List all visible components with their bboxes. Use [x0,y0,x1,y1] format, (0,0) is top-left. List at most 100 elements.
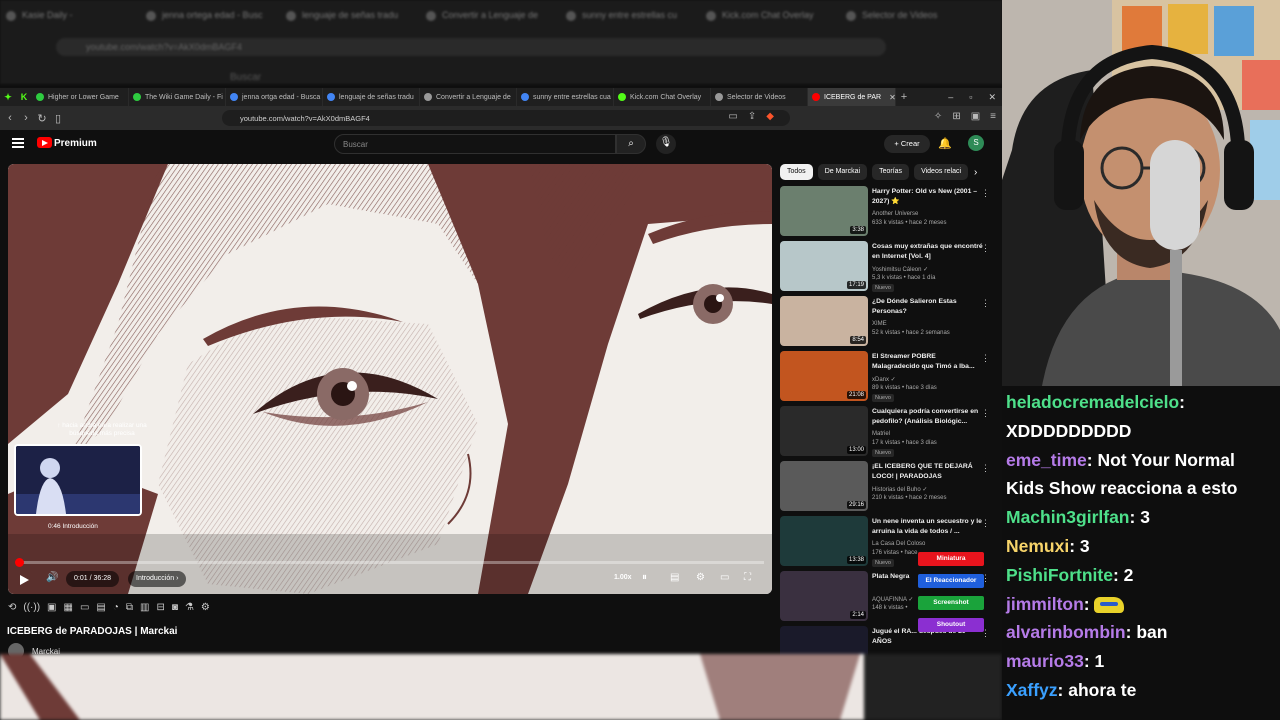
flask-icon[interactable]: ⚗ [185,602,194,613]
volume-icon[interactable]: 🔊 [46,572,58,583]
audio-icon[interactable]: ((·)) [23,602,40,613]
hamburger-menu-icon[interactable] [12,138,24,148]
share-icon[interactable]: ⇪ [748,111,756,122]
fullscreen-icon[interactable]: ⛶ [744,572,751,583]
chat-username[interactable]: Nemuxi [1006,536,1069,556]
browser-tab[interactable]: lenguaje de señas tradu [323,88,420,106]
recommended-video[interactable]: 13:00 Cualquiera podría convertirse en pe… [780,406,994,461]
recommended-video[interactable]: 21:08 El Streamer POBRE Malagradecido que… [780,351,994,406]
gear-icon[interactable]: ⚙ [201,602,210,613]
url-field[interactable]: youtube.com/watch?v=AkX0dmBAGF4 [222,110,790,126]
video-thumbnail[interactable]: 8:54 [780,296,868,346]
channel-name[interactable]: Another Universe [872,211,918,217]
settings-gear-icon[interactable]: ⚙ [696,572,705,583]
minimize-icon[interactable]: – [948,92,953,102]
channel-name[interactable]: Historias del Buho ✓ [872,486,927,493]
video-thumbnail[interactable]: 17:19 [780,241,868,291]
search-icon[interactable]: ⌕ [616,134,646,154]
extensions-icon[interactable]: ✧ [934,111,942,122]
video-thumbnail[interactable]: 13:00 [780,406,868,456]
kick-icon[interactable]: K [16,92,32,102]
sidebar-icon[interactable]: ▯ [50,112,66,125]
grid-icon[interactable]: ⊟ [157,602,165,613]
account-avatar[interactable]: S [968,135,984,151]
theater-icon[interactable]: ▭ [80,602,89,613]
pause-toggle-icon[interactable]: ⏸ [642,572,647,583]
overlay-button[interactable]: El Reaccionador [918,574,984,588]
more-options-icon[interactable]: ⋮ [981,298,990,309]
menu-icon[interactable]: ≡ [990,111,996,122]
more-options-icon[interactable]: ⋮ [981,243,990,254]
channel-name[interactable]: La Casa Del Coloso [872,541,925,547]
recommended-video[interactable]: 29:16 ¡EL ICEBERG QUE TE DEJARÁ LOCO! | P… [780,461,994,516]
notifications-bell-icon[interactable]: 🔔 [938,137,952,150]
browser-tab[interactable]: Higher or Lower Game [32,88,129,106]
recommended-video[interactable]: 17:19 Cosas muy extrañas que encontré en … [780,241,994,296]
back-icon[interactable]: ‹ [2,112,18,124]
playback-speed[interactable]: 1.00x [614,574,632,581]
cast-icon[interactable]: ▭ [728,111,737,122]
chat-username[interactable]: jimmilton [1006,594,1084,614]
video-player[interactable]: ↑ hacia arriba para realizar una búsqued… [8,164,772,594]
video-title[interactable]: Harry Potter: Old vs New (2001 – 2027) ⭐ [872,187,984,207]
chat-username[interactable]: heladocremadelcielo [1006,392,1179,412]
more-options-icon[interactable]: ⋮ [981,408,990,419]
video-title[interactable]: Cosas muy extrañas que encontré en Inter… [872,242,984,262]
kick-extension-icon[interactable]: ✦ [0,92,16,103]
channel-name[interactable]: Matriel [872,431,890,437]
new-tab-icon[interactable]: + [896,91,912,103]
channel-name[interactable]: XIME [872,321,887,327]
overlay-button[interactable]: Screenshot [918,596,984,610]
channel-name[interactable]: Yoshimitsu Cáleon ✓ [872,266,928,273]
brave-shield-icon[interactable]: ◆ [766,111,774,122]
filter-chip[interactable]: Videos relaci [914,164,969,180]
chat-username[interactable]: eme_time [1006,450,1087,470]
close-window-icon[interactable]: ✕ [988,92,996,103]
overlay-button[interactable]: Shoutout [918,618,984,632]
browser-tab[interactable]: sunny entre estrellas cua [517,88,614,106]
tab-close-icon[interactable]: ✕ [889,93,895,102]
youtube-logo-icon[interactable] [37,137,52,148]
forward-icon[interactable]: › [18,112,34,124]
calendar-icon[interactable]: ▦ [64,602,73,613]
browser-tab[interactable]: Convertir a Lenguaje de [420,88,517,106]
subtitles-icon[interactable]: ▤ [670,572,679,583]
browser-tab[interactable]: Selector de Videos [711,88,808,106]
video-title[interactable]: Un nene inventa un secuestro y le arruin… [872,517,984,537]
chat-username[interactable]: Machin3girlfan [1006,507,1130,527]
chat-username[interactable]: maurio33 [1006,651,1084,671]
video-title[interactable]: Cualquiera podría convertirse en pedofil… [872,407,984,427]
more-options-icon[interactable]: ⋮ [981,463,990,474]
video-title[interactable]: El Streamer POBRE Malagradecido que Timó… [872,352,984,372]
browser-tab[interactable]: jenna ortga edad - Busca [226,88,323,106]
pip-icon[interactable]: ⧉ [126,602,133,613]
chat-username[interactable]: PishiFortnite [1006,565,1113,585]
progress-scrubber[interactable] [15,558,24,567]
browser-tab[interactable]: ICEBERG de PAR ✕ [808,88,896,106]
screenshot-icon[interactable]: ▣ [47,602,56,613]
more-options-icon[interactable]: ⋮ [981,188,990,199]
browser-tab[interactable]: The Wiki Game Daily - Fi [129,88,226,106]
video-thumbnail[interactable]: 29:16 [780,461,868,511]
chevron-right-icon[interactable]: › [974,167,977,178]
recommended-video[interactable]: 8:54 ¿De Dónde Salieron Estas Personas? XI… [780,296,994,351]
play-icon[interactable] [20,575,29,585]
chapter-button[interactable]: Introducción › [128,571,187,587]
filter-chip[interactable]: Todos [780,164,813,180]
video-title[interactable]: ¿De Dónde Salieron Estas Personas? [872,297,984,317]
more-options-icon[interactable]: ⋮ [981,518,990,529]
maximize-icon[interactable]: ▫ [969,92,972,102]
youtube-brand[interactable]: Premium [54,138,97,149]
camera-icon[interactable]: ◙ [172,602,178,613]
speed-icon[interactable]: ◔ [113,602,119,613]
cinema-icon[interactable]: ▤ [96,602,105,613]
filter-chip[interactable]: De Marckai [817,164,868,180]
search-input[interactable]: Buscar [334,134,616,154]
loop-icon[interactable]: ⟲ [8,602,16,613]
miniplayer-icon[interactable]: ▭ [720,572,729,583]
bookmark-icon[interactable]: ⊞ [952,111,960,122]
recommended-video[interactable]: 3:38 Harry Potter: Old vs New (2001 – 202… [780,186,994,241]
browser-tab[interactable]: Kick.com Chat Overlay [614,88,711,106]
channel-name[interactable]: xDanx ✓ [872,376,896,383]
chat-username[interactable]: alvarinbombin [1006,622,1126,642]
